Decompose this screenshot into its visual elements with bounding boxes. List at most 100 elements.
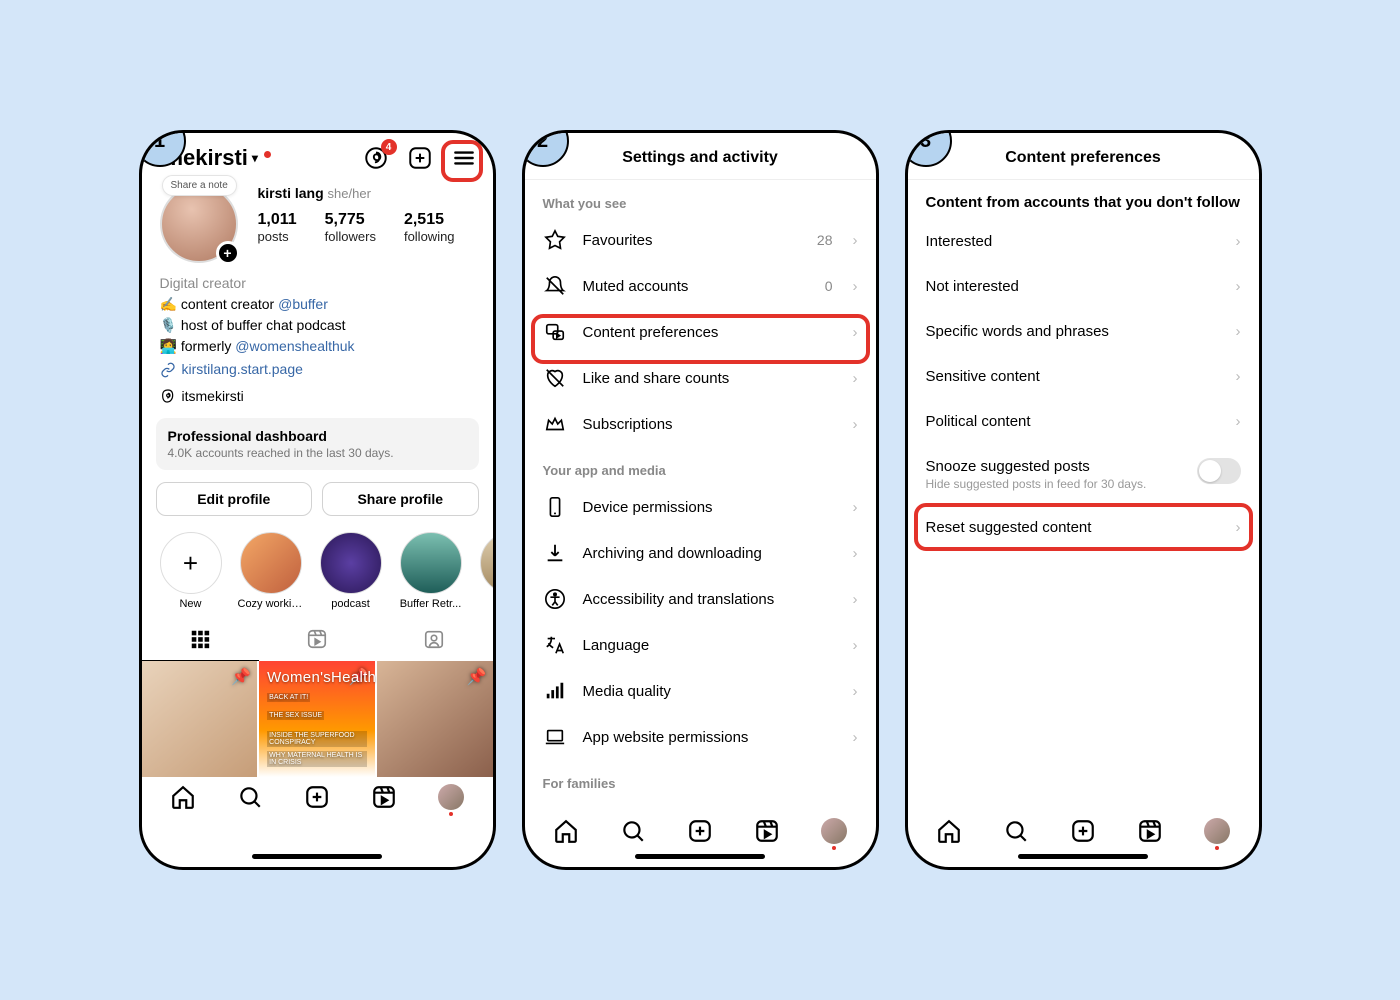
- highlights-row[interactable]: +New Cozy working podcast Buffer Retr...…: [142, 528, 493, 618]
- row-interested[interactable]: Interested›: [908, 219, 1259, 264]
- accessibility-icon: [543, 588, 567, 610]
- professional-dashboard[interactable]: Professional dashboard 4.0K accounts rea…: [156, 418, 479, 470]
- chevron-right-icon: ›: [1236, 413, 1241, 430]
- threads-icon[interactable]: 4: [363, 145, 389, 171]
- nav-create-icon[interactable]: [687, 818, 713, 844]
- settings-title: Settings and activity: [525, 133, 876, 180]
- home-indicator: [1018, 854, 1148, 859]
- post-1[interactable]: 📌: [142, 661, 258, 777]
- nav-reels-icon[interactable]: [754, 818, 780, 844]
- row-sensitive-content[interactable]: Sensitive content›: [908, 354, 1259, 399]
- phone-profile: 1 mekirsti ▾ 4 Share a note +: [139, 130, 496, 870]
- header-icons: 4: [363, 145, 477, 171]
- nav-create-icon[interactable]: [304, 784, 330, 810]
- row-specific-words[interactable]: Specific words and phrases›: [908, 309, 1259, 354]
- chevron-right-icon: ›: [853, 232, 858, 249]
- share-profile-button[interactable]: Share profile: [322, 482, 479, 516]
- laptop-icon: [543, 726, 567, 748]
- profile-header: mekirsti ▾ 4: [142, 133, 493, 179]
- nav-search-icon[interactable]: [1003, 818, 1029, 844]
- avatar-wrap[interactable]: Share a note +: [160, 185, 238, 263]
- threads-handle-row[interactable]: itsmekirsti: [142, 386, 493, 414]
- chevron-right-icon: ›: [853, 324, 858, 341]
- nav-create-icon[interactable]: [1070, 818, 1096, 844]
- content-pref-icon: [543, 321, 567, 343]
- bell-off-icon: [543, 275, 567, 297]
- chevron-right-icon: ›: [853, 591, 858, 608]
- highlight-buffer-retreat[interactable]: Buffer Retr...: [398, 532, 464, 610]
- row-app-website[interactable]: App website permissions›: [525, 714, 876, 760]
- pronouns: she/her: [328, 186, 371, 201]
- highlight-new[interactable]: +New: [158, 532, 224, 610]
- highlight-podcast[interactable]: podcast: [318, 532, 384, 610]
- row-device-permissions[interactable]: Device permissions›: [525, 484, 876, 530]
- post-grid: 📌 📌 Women'sHealth BACK AT IT! THE SEX IS…: [142, 661, 493, 777]
- phone-content-prefs: 3 Content preferences Content from accou…: [905, 130, 1262, 870]
- nav-home-icon[interactable]: [553, 818, 579, 844]
- create-post-icon[interactable]: [407, 145, 433, 171]
- language-icon: [543, 634, 567, 656]
- add-story-icon[interactable]: +: [216, 241, 240, 265]
- row-accessibility[interactable]: Accessibility and translations›: [525, 576, 876, 622]
- bio-line-2: 🎙️ host of buffer chat podcast: [160, 315, 475, 336]
- profile-stats: kirsti lang she/her 1,011posts 5,775foll…: [258, 185, 475, 263]
- chevron-right-icon: ›: [1236, 323, 1241, 340]
- chevron-right-icon: ›: [853, 683, 858, 700]
- chevron-right-icon: ›: [1236, 233, 1241, 250]
- nav-home-icon[interactable]: [936, 818, 962, 844]
- post-2[interactable]: 📌 Women'sHealth BACK AT IT! THE SEX ISSU…: [259, 661, 375, 777]
- row-media-quality[interactable]: Media quality›: [525, 668, 876, 714]
- highlight-cozy-working[interactable]: Cozy working: [238, 532, 304, 610]
- nav-home-icon[interactable]: [170, 784, 196, 810]
- row-favourites[interactable]: Favourites 28 ›: [525, 217, 876, 263]
- stat-following[interactable]: 2,515following: [404, 211, 455, 244]
- snooze-toggle[interactable]: [1197, 458, 1241, 484]
- mention-womenshealthuk[interactable]: @womenshealthuk: [235, 338, 354, 354]
- chevron-right-icon: ›: [853, 499, 858, 516]
- magazine-cover: Women'sHealth BACK AT IT! THE SEX ISSUE …: [267, 669, 367, 769]
- nav-reels-icon[interactable]: [371, 784, 397, 810]
- edit-profile-button[interactable]: Edit profile: [156, 482, 313, 516]
- post-3[interactable]: 📌: [377, 661, 493, 777]
- row-reset-suggested[interactable]: Reset suggested content›: [908, 505, 1259, 550]
- menu-icon[interactable]: [451, 145, 477, 171]
- chevron-right-icon: ›: [1236, 278, 1241, 295]
- bio-category: Digital creator: [160, 273, 475, 294]
- row-political-content[interactable]: Political content›: [908, 399, 1259, 444]
- row-content-preferences[interactable]: Content preferences ›: [525, 309, 876, 355]
- pin-icon: 📌: [467, 667, 487, 687]
- stat-followers[interactable]: 5,775followers: [325, 211, 376, 244]
- content-prefs-title: Content preferences: [908, 133, 1259, 180]
- row-archiving[interactable]: Archiving and downloading›: [525, 530, 876, 576]
- heart-off-icon: [543, 367, 567, 389]
- chevron-right-icon: ›: [853, 370, 858, 387]
- row-subscriptions[interactable]: Subscriptions ›: [525, 401, 876, 447]
- section-what-you-see: What you see: [525, 180, 876, 217]
- row-not-interested[interactable]: Not interested›: [908, 264, 1259, 309]
- nav-profile-icon[interactable]: [1204, 818, 1230, 844]
- row-like-counts[interactable]: Like and share counts ›: [525, 355, 876, 401]
- mention-buffer[interactable]: @buffer: [278, 296, 328, 312]
- profile-tabs: [142, 618, 493, 661]
- bio-link[interactable]: kirstilang.start.page: [160, 359, 475, 380]
- nav-profile-icon[interactable]: [438, 784, 464, 810]
- content-prefs-subtitle: Content from accounts that you don't fol…: [908, 180, 1259, 219]
- chevron-right-icon: ›: [1236, 368, 1241, 385]
- highlight-buffer[interactable]: Buffer: [478, 532, 493, 610]
- bio-line-1: ✍️ content creator @buffer: [160, 294, 475, 315]
- tab-reels[interactable]: [259, 618, 376, 661]
- nav-search-icon[interactable]: [237, 784, 263, 810]
- stat-posts[interactable]: 1,011posts: [258, 211, 297, 244]
- tab-tagged[interactable]: [376, 618, 493, 661]
- nav-search-icon[interactable]: [620, 818, 646, 844]
- bottom-nav: [142, 777, 493, 833]
- row-muted[interactable]: Muted accounts 0 ›: [525, 263, 876, 309]
- row-language[interactable]: Language›: [525, 622, 876, 668]
- share-note-bubble[interactable]: Share a note: [162, 175, 237, 196]
- pin-icon: 📌: [231, 667, 251, 687]
- nav-profile-icon[interactable]: [821, 818, 847, 844]
- nav-reels-icon[interactable]: [1137, 818, 1163, 844]
- chevron-right-icon: ›: [853, 545, 858, 562]
- tab-grid[interactable]: [142, 618, 259, 661]
- chevron-down-icon: ▾: [252, 151, 258, 165]
